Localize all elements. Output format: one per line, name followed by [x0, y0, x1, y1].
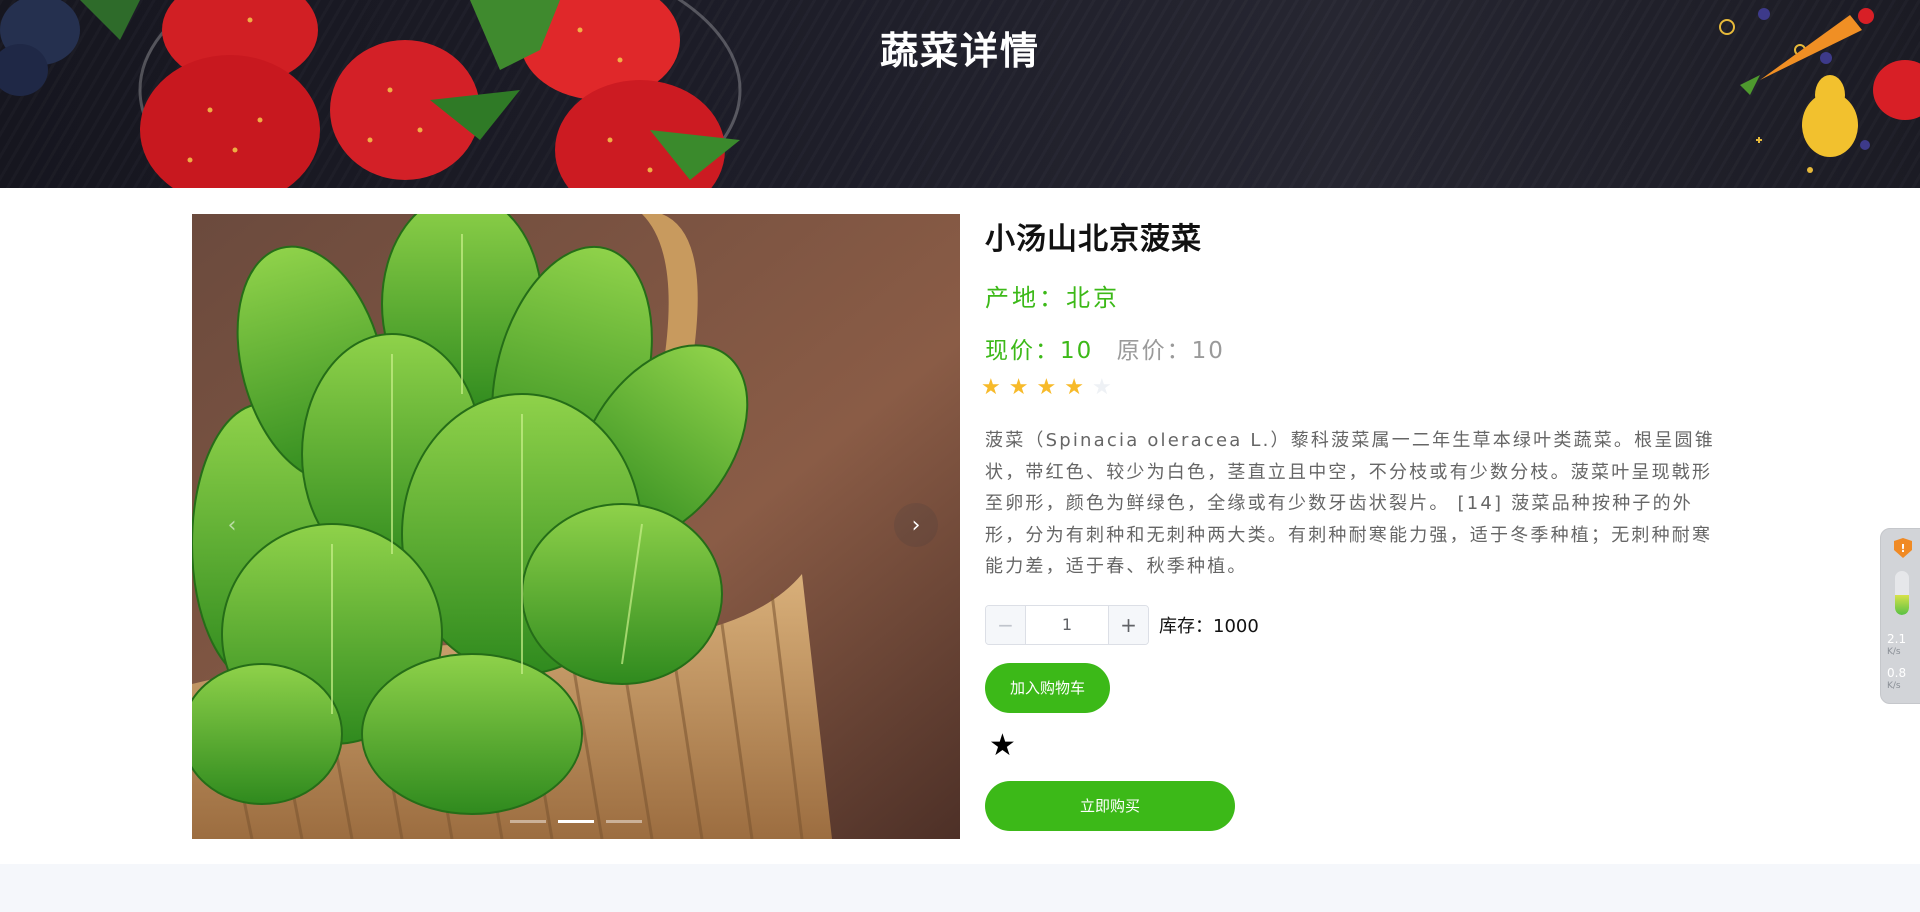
spinach-image: [192, 214, 960, 839]
plus-icon: +: [1120, 612, 1137, 637]
carousel-indicator-active[interactable]: [558, 820, 594, 823]
product-description: 菠菜（Spinacia oleracea L.）藜科菠菜属一二年生草本绿叶类蔬菜…: [985, 430, 1715, 577]
carousel-indicator[interactable]: [606, 820, 642, 823]
shield-icon: !: [1894, 538, 1912, 558]
stock-info: 库存：1000: [1159, 615, 1259, 637]
quantity-row: − + 库存：1000: [985, 604, 1725, 645]
origin-label: 产地：: [985, 284, 1066, 312]
header-banner: 蔬菜详情: [0, 0, 1920, 188]
carousel-next-button[interactable]: ›: [894, 503, 938, 547]
origin-value: 北京: [1066, 284, 1120, 312]
quantity-increase-button[interactable]: +: [1108, 605, 1148, 644]
product-origin: 产地：北京: [985, 278, 1725, 313]
battery-fill: [1895, 595, 1909, 615]
minus-icon: −: [997, 612, 1014, 637]
footer-strip: [0, 864, 1920, 912]
quantity-input[interactable]: [1026, 605, 1108, 644]
network-monitor-widget[interactable]: ! 2.1 K/s 0.8 K/s: [1880, 528, 1920, 704]
chevron-left-icon: ‹: [227, 512, 237, 538]
rating-star-icon[interactable]: ★: [1064, 377, 1084, 399]
buy-now-button[interactable]: 立即购买: [985, 780, 1235, 831]
product-image-carousel[interactable]: [192, 214, 960, 839]
rating-star-icon[interactable]: ★: [1009, 377, 1029, 399]
carousel-indicators: [510, 820, 642, 823]
battery-indicator: [1895, 571, 1909, 615]
page-title: 蔬菜详情: [879, 29, 1040, 73]
upload-speed: 2.1 K/s: [1887, 632, 1907, 658]
product-name: 小汤山北京菠菜: [985, 222, 1202, 257]
rating-star-icon[interactable]: ★: [981, 377, 1001, 399]
quantity-decrease-button[interactable]: −: [986, 605, 1026, 644]
carousel-prev-button[interactable]: ‹: [210, 503, 254, 547]
chevron-right-icon: ›: [911, 512, 921, 538]
favorite-star-icon[interactable]: ★: [989, 730, 1725, 761]
add-to-cart-button[interactable]: 加入购物车: [985, 662, 1110, 713]
rating-star-icon[interactable]: ★: [1036, 377, 1056, 399]
product-details: 小汤山北京菠菜 产地：北京 现价：10 原价：10 ★ ★ ★ ★ ★ 菠菜（S…: [981, 214, 1725, 831]
carousel-indicator[interactable]: [510, 820, 546, 823]
rating-star-icon[interactable]: ★: [1092, 377, 1112, 399]
original-price: 原价：10: [1116, 338, 1225, 364]
download-speed: 0.8 K/s: [1887, 666, 1907, 692]
quantity-stepper: − +: [985, 604, 1149, 645]
price-line: 现价：10 原价：10: [985, 331, 1725, 365]
rating[interactable]: ★ ★ ★ ★ ★: [981, 377, 1725, 399]
current-price: 现价：10: [985, 338, 1094, 364]
